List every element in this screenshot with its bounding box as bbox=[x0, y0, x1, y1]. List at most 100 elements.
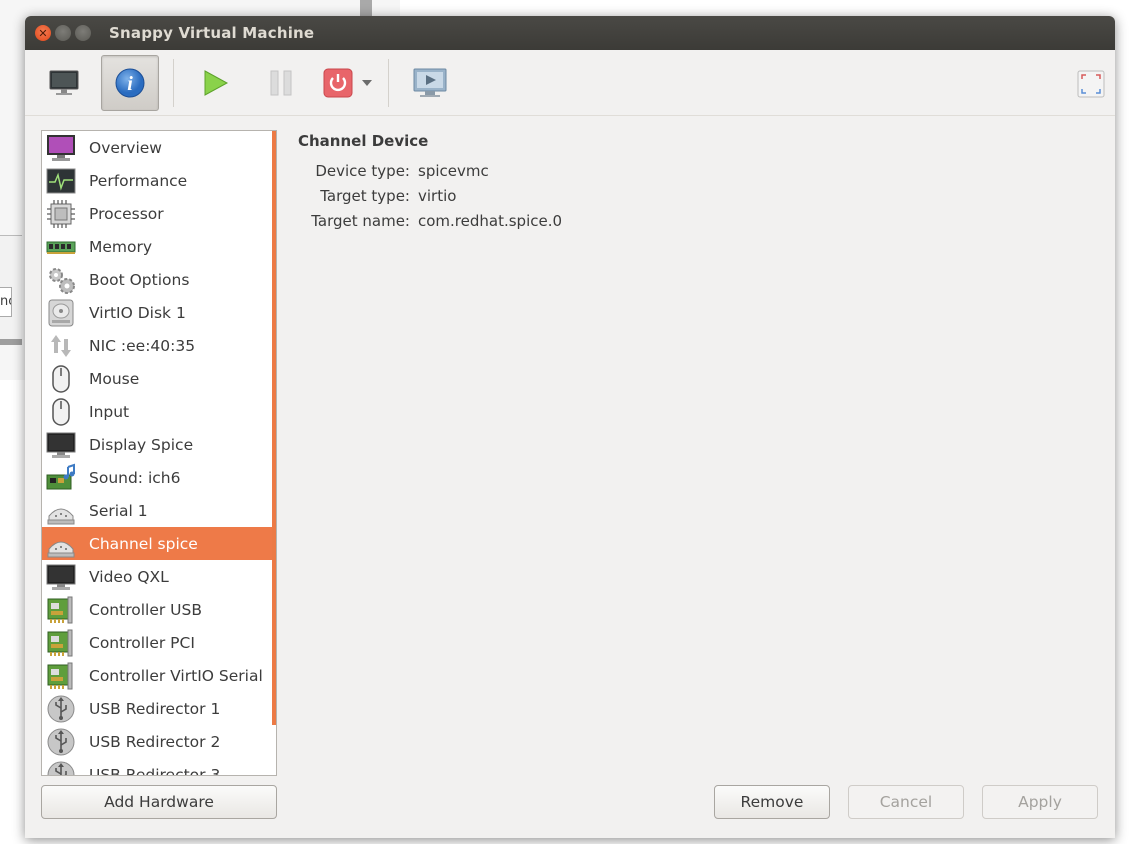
screenshot-button[interactable] bbox=[401, 55, 459, 111]
hardware-list-item[interactable]: Memory bbox=[42, 230, 276, 263]
hardware-list-item[interactable]: Video QXL bbox=[42, 560, 276, 593]
shutdown-menu-button[interactable] bbox=[358, 79, 376, 87]
pci-card-icon bbox=[45, 627, 77, 659]
remove-button[interactable]: Remove bbox=[714, 785, 830, 819]
hardware-list-item-label: Sound: ich6 bbox=[89, 468, 181, 487]
hard-disk-icon bbox=[45, 297, 77, 329]
toolbar-separator bbox=[388, 58, 389, 107]
cancel-button[interactable]: Cancel bbox=[848, 785, 964, 819]
show-console-button[interactable] bbox=[35, 55, 93, 111]
pci-card-icon bbox=[45, 594, 77, 626]
gears-icon bbox=[45, 264, 77, 296]
window-maximize-button[interactable] bbox=[75, 25, 91, 41]
hardware-list-item-label: Controller VirtIO Serial bbox=[89, 666, 263, 685]
window-title: Snappy Virtual Machine bbox=[109, 24, 315, 42]
hardware-list-item-label: USB Redirector 2 bbox=[89, 732, 221, 751]
hardware-list-item-label: Serial 1 bbox=[89, 501, 148, 520]
window-minimize-button[interactable] bbox=[55, 25, 71, 41]
hardware-list-scrollbar[interactable] bbox=[272, 131, 276, 725]
hardware-list-item[interactable]: Sound: ich6 bbox=[42, 461, 276, 494]
hardware-list-item[interactable]: Processor bbox=[42, 197, 276, 230]
hardware-list-item[interactable]: USB Redirector 2 bbox=[42, 725, 276, 758]
hardware-list-item-label: VirtIO Disk 1 bbox=[89, 303, 186, 322]
apply-button[interactable]: Apply bbox=[982, 785, 1098, 819]
hardware-list-item[interactable]: Serial 1 bbox=[42, 494, 276, 527]
cpu-chip-icon bbox=[45, 198, 77, 230]
pause-icon bbox=[270, 70, 292, 95]
hardware-list-item[interactable]: Channel spice bbox=[42, 527, 276, 560]
usb-icon bbox=[45, 759, 77, 775]
performance-graph-icon bbox=[45, 165, 77, 197]
hardware-list-item[interactable]: Boot Options bbox=[42, 263, 276, 296]
pause-button[interactable] bbox=[252, 55, 310, 111]
detail-row-target-name: Target name: com.redhat.spice.0 bbox=[298, 208, 562, 233]
window-close-button[interactable]: ✕ bbox=[35, 25, 51, 41]
details-content: Overview Performance Processor Memory Boot O… bbox=[25, 116, 1115, 838]
hardware-list-item-label: Display Spice bbox=[89, 435, 194, 454]
mouse-icon bbox=[45, 396, 77, 428]
hardware-list-item[interactable]: Controller PCI bbox=[42, 626, 276, 659]
hardware-list-item-label: Video QXL bbox=[89, 567, 169, 586]
hardware-list-item[interactable]: Input bbox=[42, 395, 276, 428]
hardware-list-item[interactable]: Display Spice bbox=[42, 428, 276, 461]
show-details-button[interactable]: i bbox=[101, 54, 159, 111]
memory-stick-icon bbox=[45, 231, 77, 263]
play-icon bbox=[204, 69, 229, 96]
detail-label: Target name: bbox=[311, 211, 410, 230]
toolbar-separator bbox=[173, 58, 174, 107]
hardware-list[interactable]: Overview Performance Processor Memory Boot O… bbox=[41, 130, 277, 776]
fullscreen-button[interactable] bbox=[1077, 70, 1105, 102]
hardware-list-item-label: Channel spice bbox=[89, 534, 198, 553]
detail-value: com.redhat.spice.0 bbox=[418, 211, 563, 230]
hardware-list-item-label: Mouse bbox=[89, 369, 140, 388]
mouse-icon bbox=[45, 363, 77, 395]
background-window-frame bbox=[360, 0, 372, 16]
hardware-list-item-label: USB Redirector 3 bbox=[89, 765, 221, 776]
channel-device-details: Channel Device Device type: spicevmc Tar… bbox=[298, 132, 562, 233]
monitor-icon bbox=[49, 70, 79, 95]
add-hardware-button[interactable]: Add Hardware bbox=[41, 785, 277, 819]
svg-text:i: i bbox=[127, 73, 133, 95]
hardware-list-item[interactable]: Performance bbox=[42, 164, 276, 197]
detail-value: virtio bbox=[418, 186, 457, 205]
toolbar: i bbox=[25, 50, 1115, 116]
title-bar: ✕ Snappy Virtual Machine bbox=[25, 16, 1115, 50]
monitor-icon bbox=[45, 561, 77, 593]
power-icon bbox=[323, 68, 353, 97]
monitor-purple-icon bbox=[45, 132, 77, 164]
detail-row-device-type: Device type: spicevmc bbox=[298, 158, 562, 183]
monitor-icon bbox=[45, 429, 77, 461]
hardware-list-item[interactable]: NIC :ee:40:35 bbox=[42, 329, 276, 362]
hardware-list-item-label: Controller PCI bbox=[89, 633, 195, 652]
vm-details-window: ✕ Snappy Virtual Machine i Overview Perf… bbox=[25, 16, 1115, 838]
hardware-list-item[interactable]: Controller VirtIO Serial bbox=[42, 659, 276, 692]
detail-value: spicevmc bbox=[418, 161, 489, 180]
detail-label: Device type: bbox=[315, 161, 410, 180]
hardware-list-item-label: Boot Options bbox=[89, 270, 190, 289]
fullscreen-icon bbox=[1077, 70, 1105, 98]
run-button[interactable] bbox=[186, 55, 244, 111]
details-heading: Channel Device bbox=[298, 132, 429, 150]
hardware-list-item-label: Input bbox=[89, 402, 130, 421]
hardware-list-item[interactable]: VirtIO Disk 1 bbox=[42, 296, 276, 329]
serial-port-icon bbox=[45, 528, 77, 560]
hardware-list-item[interactable]: Controller USB bbox=[42, 593, 276, 626]
hardware-list-item[interactable]: USB Redirector 3 bbox=[42, 758, 276, 776]
hardware-list-item[interactable]: USB Redirector 1 bbox=[42, 692, 276, 725]
shutdown-button[interactable] bbox=[318, 55, 358, 111]
info-icon: i bbox=[115, 68, 145, 97]
network-arrows-icon bbox=[45, 330, 77, 362]
hardware-list-item-label: Overview bbox=[89, 138, 162, 157]
hardware-list-item-label: Processor bbox=[89, 204, 164, 223]
pci-card-icon bbox=[45, 660, 77, 692]
background-input-fragment: nc bbox=[0, 287, 12, 317]
hardware-list-item-label: NIC :ee:40:35 bbox=[89, 336, 196, 355]
serial-port-icon bbox=[45, 495, 77, 527]
hardware-list-item-label: Performance bbox=[89, 171, 188, 190]
detail-row-target-type: Target type: virtio bbox=[298, 183, 562, 208]
hardware-list-item[interactable]: Mouse bbox=[42, 362, 276, 395]
hardware-list-item-label: Memory bbox=[89, 237, 153, 256]
console-screen-icon bbox=[413, 68, 447, 97]
hardware-list-item[interactable]: Overview bbox=[42, 131, 276, 164]
hardware-list-item-label: Controller USB bbox=[89, 600, 202, 619]
